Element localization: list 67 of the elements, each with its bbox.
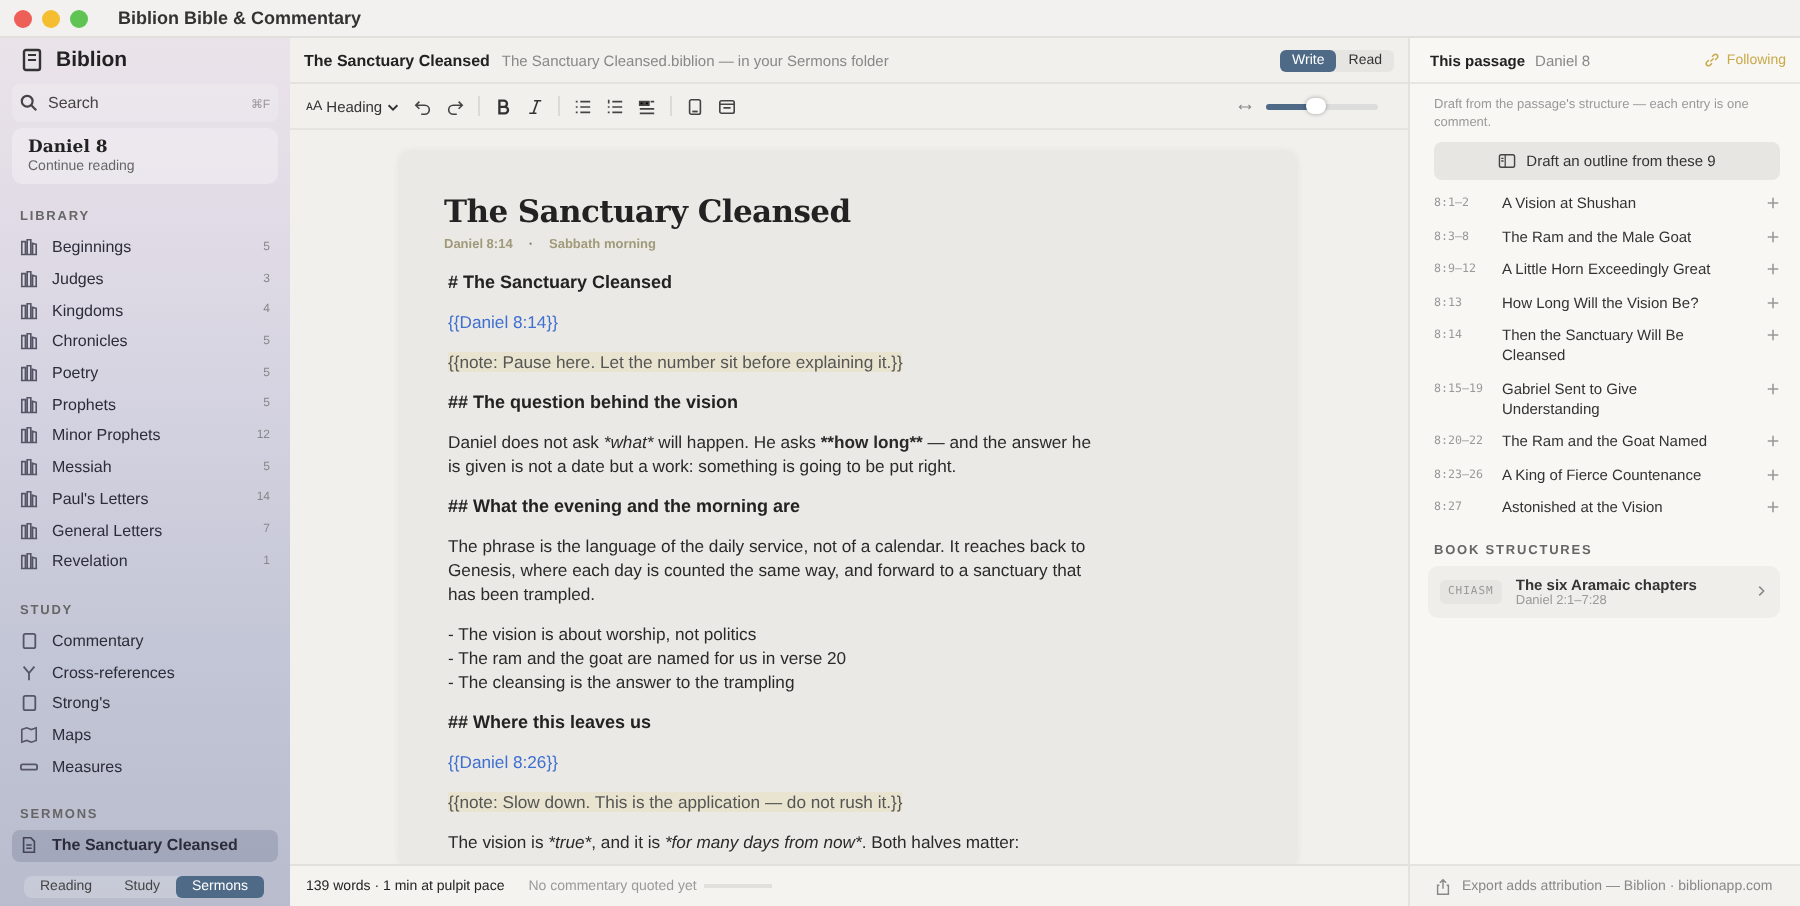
link-icon (1704, 52, 1721, 68)
window-title: Biblion Bible & Commentary (118, 8, 362, 28)
speaker-note: {{note: Slow down. This is the application — do not rush it.}} (448, 792, 903, 812)
add-icon[interactable] (1766, 500, 1780, 514)
books-icon (20, 458, 38, 477)
books-icon (20, 521, 38, 540)
minimize-button[interactable] (42, 9, 60, 27)
books-icon (20, 301, 38, 320)
markdown-heading: ## What the evening and the morning are (446, 494, 803, 518)
speaker-note: {{note: Pause here. Let the number sit before explaining it.}} (448, 352, 903, 372)
numbered-list-icon[interactable] (606, 97, 625, 115)
document-icon (20, 694, 38, 713)
fork-icon (20, 663, 38, 682)
scripture-link[interactable]: {{Daniel 8:26}} (448, 752, 558, 772)
add-icon[interactable] (1766, 295, 1780, 309)
books-icon (20, 332, 38, 351)
outline-icon (1498, 152, 1517, 170)
add-icon[interactable] (1766, 262, 1780, 276)
sidebar-item[interactable]: Cross-references (12, 656, 278, 688)
paragraph: The vision is *true*, and it is *for many days from now*. Both halves matter: (446, 830, 1022, 854)
books-icon (20, 270, 38, 289)
sidebar-item[interactable]: The Sanctuary Cleansed (12, 830, 278, 862)
undo-icon[interactable] (414, 97, 433, 115)
add-icon[interactable] (1766, 467, 1780, 481)
markdown-heading: ## The question behind the vision (446, 390, 741, 414)
paragraph: The phrase is the language of the daily service, not of a calendar. It reaches back to Genesis, where each day is counted the same way, and forward to a sanctuary that has been trampled. (446, 534, 1088, 606)
chevron-icon (386, 99, 401, 113)
list-item: - The cleansing is the answer to the trampling (448, 670, 797, 694)
bullet-list-icon[interactable] (574, 97, 593, 115)
books-icon (20, 489, 38, 508)
add-icon[interactable] (1766, 229, 1780, 243)
markdown-heading: ## Where this leaves us (446, 710, 654, 734)
ruler-icon (20, 757, 38, 776)
list-item: - The vision is about worship, not politics (448, 622, 759, 646)
add-icon[interactable] (1766, 196, 1780, 210)
add-icon[interactable] (1766, 434, 1780, 448)
add-icon[interactable] (1766, 381, 1780, 395)
italic-icon[interactable] (526, 97, 545, 115)
books-icon (20, 426, 38, 445)
document-icon (20, 836, 38, 855)
books-icon (20, 364, 38, 383)
scripture-link[interactable]: {{Daniel 8:14}} (448, 312, 558, 332)
search-icon (20, 94, 38, 112)
markdown-heading: # The Sanctuary Cleansed (446, 270, 675, 294)
document-title: The Sanctuary Cleansed (304, 51, 490, 69)
paragraph: Daniel does not ask *what* will happen. He asks **how long** — and the answer he is given is not a date but a work: something is going to be put right. (446, 430, 1092, 478)
books-icon (20, 395, 38, 414)
list-item: - The ram and the goat are named for us in verse 20 (448, 646, 849, 670)
share-icon (1434, 877, 1452, 895)
sidebar-item[interactable]: Strong's (12, 687, 278, 720)
add-icon[interactable] (1766, 328, 1780, 342)
books-icon (20, 238, 38, 257)
zoom-button[interactable] (70, 9, 88, 27)
sidebar-item[interactable]: Measures (12, 750, 278, 782)
sidebar-item[interactable]: Maps (12, 719, 278, 751)
map-icon (20, 725, 38, 744)
chevron-icon (1754, 584, 1768, 598)
width-icon (1238, 99, 1252, 113)
bold-icon[interactable] (494, 97, 513, 115)
width-slider[interactable] (1266, 103, 1378, 109)
close-button[interactable] (14, 9, 32, 27)
books-icon (20, 552, 38, 571)
sidebar-item[interactable]: Commentary (12, 625, 278, 657)
app-name: Biblion (56, 48, 128, 72)
redo-icon[interactable] (446, 97, 465, 115)
sermon-title: The Sanctuary Cleansed (444, 192, 853, 230)
layout-icon[interactable] (718, 97, 737, 115)
